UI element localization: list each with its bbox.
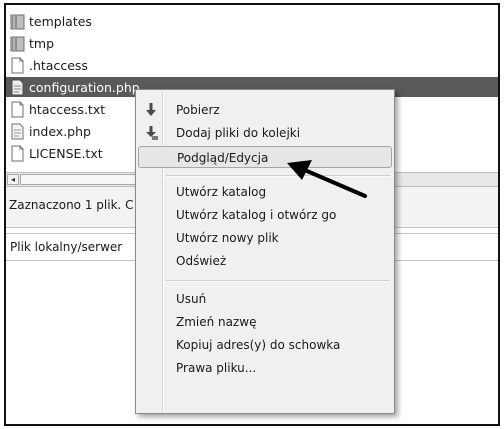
menu-item-label: Odśwież <box>176 254 227 268</box>
download-arrow-icon <box>146 103 156 116</box>
php-file-icon <box>11 79 24 95</box>
menu-item-label: Zmień nazwę <box>176 315 257 329</box>
context-menu: Pobierz Dodaj pliki do kolejki Podgląd/E… <box>135 89 395 414</box>
scroll-thumb[interactable] <box>20 174 140 185</box>
menu-item-label: Utwórz nowy plik <box>176 231 279 245</box>
scroll-left-button[interactable]: ◂ <box>7 174 19 185</box>
selection-status: Zaznaczono 1 plik. C <box>9 198 134 212</box>
file-name: tmp <box>29 35 55 51</box>
queue-column-local-file[interactable]: Plik lokalny/serwer <box>10 240 122 254</box>
menu-separator <box>166 175 390 177</box>
file-row-templates[interactable]: templates <box>10 11 498 31</box>
file-icon <box>11 57 24 73</box>
folder-icon <box>10 14 25 29</box>
menu-item-file-permissions[interactable]: Prawa pliku... <box>138 357 392 379</box>
menu-item-label: Kopiuj adres(y) do schowka <box>176 338 341 352</box>
file-name: templates <box>29 13 92 29</box>
menu-item-label: Utwórz katalog <box>176 185 267 199</box>
file-icon <box>11 101 24 117</box>
php-file-icon <box>11 123 24 139</box>
file-name: LICENSE.txt <box>29 145 103 161</box>
file-row-tmp[interactable]: tmp <box>10 33 498 53</box>
menu-separator <box>166 280 390 282</box>
file-icon <box>11 145 24 161</box>
menu-item-view-edit[interactable]: Podgląd/Edycja <box>138 146 392 168</box>
menu-item-label: Dodaj pliki do kolejki <box>176 126 301 140</box>
menu-item-refresh[interactable]: Odśwież <box>138 250 392 272</box>
file-name: configuration.php <box>29 79 140 95</box>
menu-item-rename[interactable]: Zmień nazwę <box>138 311 392 333</box>
file-name: .htaccess <box>29 57 88 73</box>
menu-item-add-to-queue[interactable]: Dodaj pliki do kolejki <box>138 122 392 144</box>
menu-item-label: Prawa pliku... <box>176 361 257 375</box>
menu-item-delete[interactable]: Usuń <box>138 288 392 310</box>
menu-item-create-directory[interactable]: Utwórz katalog <box>138 181 392 203</box>
file-row-htaccess[interactable]: .htaccess <box>10 55 498 75</box>
menu-item-create-directory-and-open[interactable]: Utwórz katalog i otwórz go <box>138 204 392 226</box>
add-to-queue-icon <box>146 126 158 140</box>
menu-item-label: Utwórz katalog i otwórz go <box>176 208 337 222</box>
folder-icon <box>10 36 25 51</box>
menu-item-label: Pobierz <box>176 103 220 117</box>
menu-item-create-new-file[interactable]: Utwórz nowy plik <box>138 227 392 249</box>
file-name: index.php <box>29 123 91 139</box>
menu-item-label: Usuń <box>176 292 207 306</box>
menu-item-download[interactable]: Pobierz <box>138 99 392 121</box>
menu-item-copy-url[interactable]: Kopiuj adres(y) do schowka <box>138 334 392 356</box>
menu-item-label: Podgląd/Edycja <box>177 151 269 165</box>
file-name: htaccess.txt <box>29 101 106 117</box>
